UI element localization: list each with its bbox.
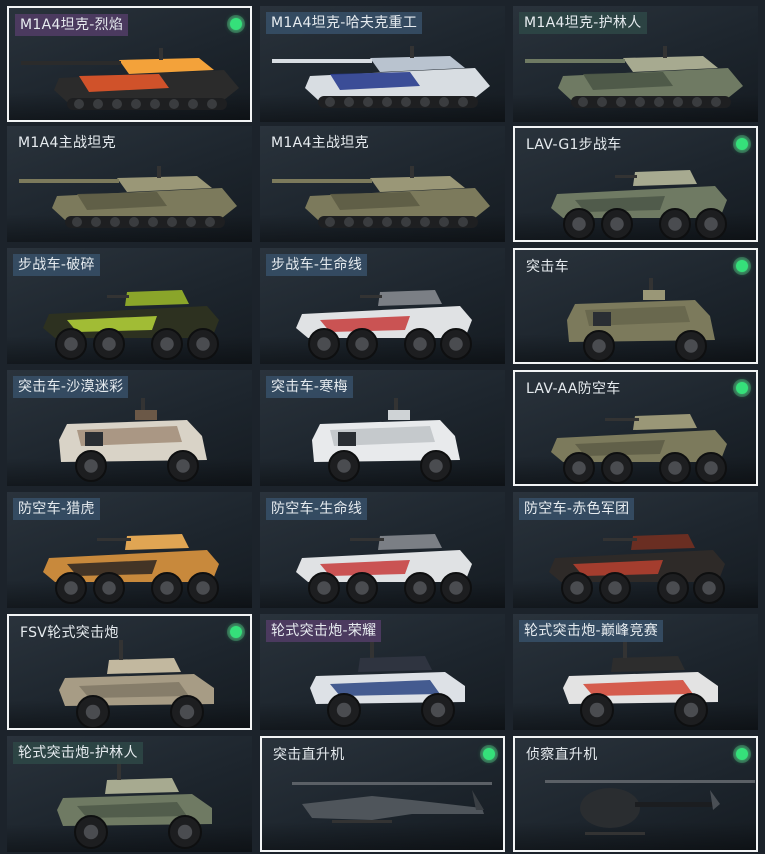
vehicle-name: M1A4坦克-护林人 [519,12,647,34]
vehicle-name: LAV-G1步战车 [526,137,622,153]
vehicle-card[interactable]: 突击车 [513,248,758,364]
fsv-turret [611,656,685,672]
vehicle-card[interactable]: M1A4坦克-烈焰 [7,6,252,122]
vehicle-name: 突击直升机 [273,747,345,763]
tank-gun [525,59,625,63]
vehicle-name: 突击车-寒梅 [266,376,353,398]
tank-gun [21,61,121,65]
equipped-indicator-icon [230,626,242,638]
ifv-turret [125,534,189,550]
vehicle-name: 防空车-猎虎 [13,498,100,520]
vehicle-card[interactable]: 防空车-赤色军团 [513,492,758,608]
tank-gun [19,179,119,183]
vehicle-card[interactable]: 突击车-寒梅 [260,370,505,486]
vehicle-card[interactable]: 侦察直升机 [513,736,758,852]
vehicle-card[interactable]: M1A4坦克-护林人 [513,6,758,122]
ifv-turret [125,290,189,306]
equipped-indicator-icon [483,748,495,760]
vehicle-skin-grid: M1A4坦克-烈焰 M1A4坦克-哈夫克重工 M1A4坦克-护林人 M1A4主战坦克 M… [0,0,765,854]
vehicle-name: 突击车 [526,259,569,275]
ifv-turret [633,170,697,186]
vehicle-card[interactable]: FSV轮式突击炮 [7,614,252,730]
equipped-indicator-icon [736,260,748,272]
vehicle-name: 防空车-赤色军团 [519,498,635,520]
ifv-turret [631,534,695,550]
vehicle-card[interactable]: 轮式突击炮-巅峰竞赛 [513,614,758,730]
vehicle-card[interactable]: M1A4主战坦克 [7,126,252,242]
equipped-indicator-icon [230,18,242,30]
vehicle-card[interactable]: M1A4坦克-哈夫克重工 [260,6,505,122]
vehicle-name: 防空车-生命线 [266,498,368,520]
ifv-turret [378,534,442,550]
vehicle-name: 突击车-沙漠迷彩 [13,376,129,398]
vehicle-card[interactable]: 突击直升机 [260,736,505,852]
vehicle-name: 步战车-生命线 [266,254,368,276]
equipped-indicator-icon [736,138,748,150]
fsv-turret [107,658,181,674]
vehicle-name: M1A4坦克-烈焰 [15,14,129,36]
vehicle-card[interactable]: 防空车-生命线 [260,492,505,608]
vehicle-card[interactable]: 防空车-猎虎 [7,492,252,608]
heli-fuselage [580,788,640,828]
ifv-turret [633,414,697,430]
vehicle-name: M1A4主战坦克 [271,135,369,151]
vehicle-card[interactable]: 步战车-生命线 [260,248,505,364]
vehicle-name: M1A4主战坦克 [18,135,116,151]
fsv-turret [105,778,179,794]
vehicle-name: M1A4坦克-哈夫克重工 [266,12,423,34]
vehicle-card[interactable]: 步战车-破碎 [7,248,252,364]
vehicle-name: LAV-AA防空车 [526,381,621,397]
vehicle-name: 步战车-破碎 [13,254,100,276]
vehicle-name: FSV轮式突击炮 [20,625,119,641]
fsv-turret [358,656,432,672]
vehicle-card[interactable]: LAV-G1步战车 [513,126,758,242]
equipped-indicator-icon [736,748,748,760]
vehicle-name: 轮式突击炮-荣耀 [266,620,382,642]
tank-gun [272,59,372,63]
ifv-turret [378,290,442,306]
vehicle-card[interactable]: LAV-AA防空车 [513,370,758,486]
vehicle-name: 轮式突击炮-巅峰竞赛 [519,620,664,642]
tank-gun [272,179,372,183]
vehicle-card[interactable]: 突击车-沙漠迷彩 [7,370,252,486]
vehicle-card[interactable]: 轮式突击炮-荣耀 [260,614,505,730]
equipped-indicator-icon [736,382,748,394]
vehicle-name: 轮式突击炮-护林人 [13,742,143,764]
heli-fuselage [302,796,484,820]
vehicle-card[interactable]: 轮式突击炮-护林人 [7,736,252,852]
vehicle-name: 侦察直升机 [526,747,598,763]
vehicle-card[interactable]: M1A4主战坦克 [260,126,505,242]
